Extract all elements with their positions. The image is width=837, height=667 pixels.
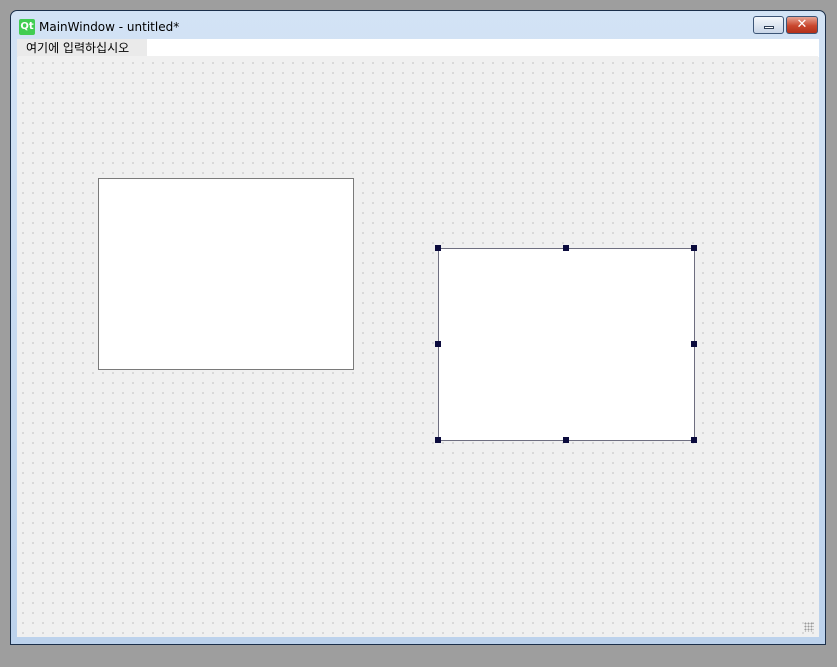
resize-handle-left[interactable]	[435, 341, 441, 347]
resize-handle-bottom[interactable]	[563, 437, 569, 443]
close-icon: ✕	[796, 17, 808, 32]
minimize-button[interactable]	[753, 16, 784, 34]
window-title: MainWindow - untitled*	[39, 20, 180, 34]
resize-grip-icon[interactable]	[804, 622, 814, 632]
minimize-icon	[764, 26, 774, 29]
resize-handle-top-left[interactable]	[435, 245, 441, 251]
close-button[interactable]: ✕	[786, 16, 818, 34]
resize-handle-bottom-right[interactable]	[691, 437, 697, 443]
resize-handle-top-right[interactable]	[691, 245, 697, 251]
menu-type-here-placeholder[interactable]: 여기에 입력하십시오	[17, 39, 147, 57]
frame-widget-1[interactable]	[98, 178, 354, 370]
resize-handle-bottom-left[interactable]	[435, 437, 441, 443]
frame-widget-2-selected[interactable]	[438, 248, 695, 441]
menu-bar: 여기에 입력하십시오	[17, 39, 819, 57]
resize-handle-top[interactable]	[563, 245, 569, 251]
qt-logo-icon: Qt	[19, 19, 35, 35]
resize-handle-right[interactable]	[691, 341, 697, 347]
